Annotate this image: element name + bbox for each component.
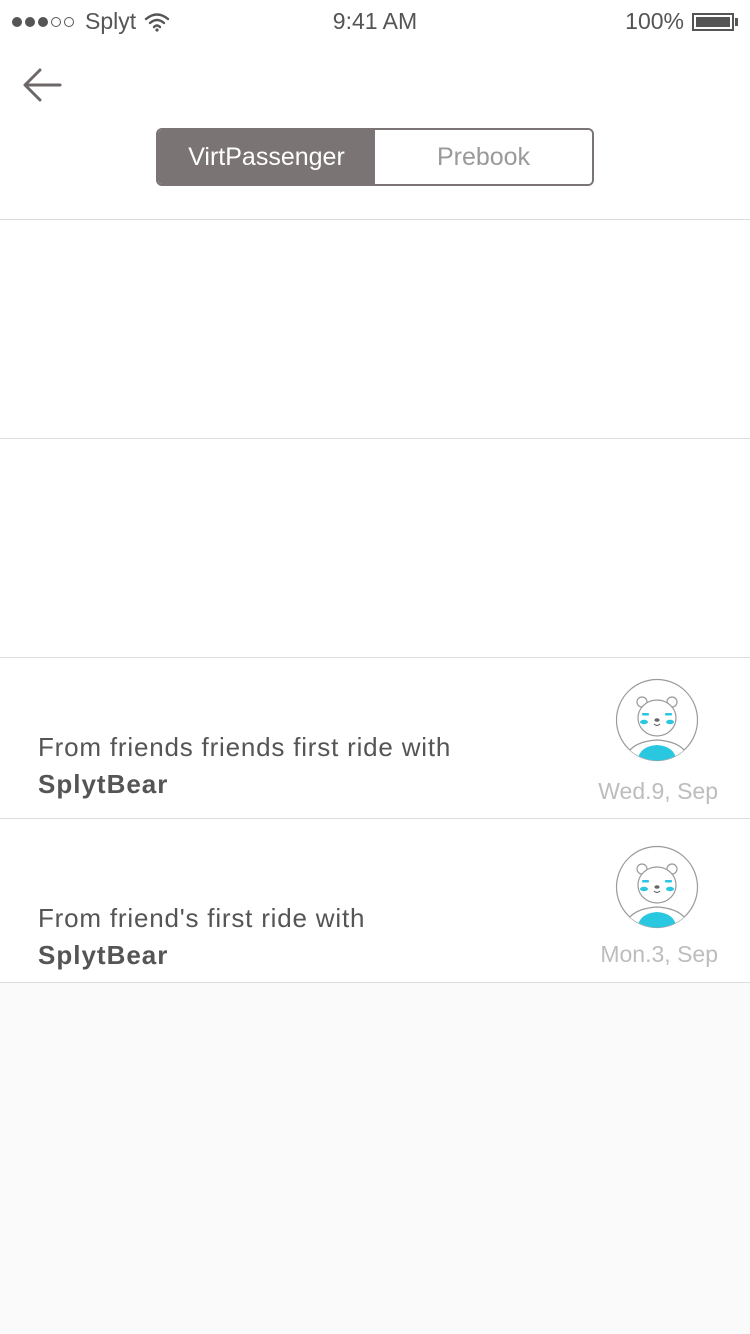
list-item[interactable]: From friends friends first ride with Spl…: [0, 658, 750, 818]
tab-virtpassenger[interactable]: VirtPassenger: [158, 130, 375, 184]
status-right: 100%: [625, 8, 738, 35]
back-button[interactable]: [18, 62, 68, 108]
arrow-left-icon: [23, 68, 62, 102]
list-item[interactable]: From friend's first ride with SplytBear …: [0, 819, 750, 982]
tab-prebook[interactable]: Prebook: [375, 130, 592, 184]
battery-percentage: 100%: [625, 8, 684, 34]
divider: [0, 219, 750, 220]
message-date: Mon.3, Sep: [600, 941, 718, 967]
message-date: Wed.9, Sep: [598, 778, 718, 804]
message-text: From friend's first ride with: [38, 903, 366, 933]
segmented-control: VirtPassenger Prebook: [156, 128, 594, 186]
battery-cap: [735, 17, 738, 26]
status-bar: Splyt 9:41 AM 100%: [0, 0, 750, 44]
battery-icon: [692, 12, 734, 31]
bear-avatar-icon: [615, 845, 699, 929]
bear-avatar-icon: [615, 678, 699, 762]
divider: [0, 438, 750, 439]
sender-name: SplytBear: [38, 769, 169, 799]
sender-name: SplytBear: [38, 940, 169, 970]
divider: [0, 982, 750, 983]
screen: Splyt 9:41 AM 100% VirtPassenger Prebook: [0, 0, 750, 1334]
message-text: From friends friends first ride with: [38, 732, 452, 762]
